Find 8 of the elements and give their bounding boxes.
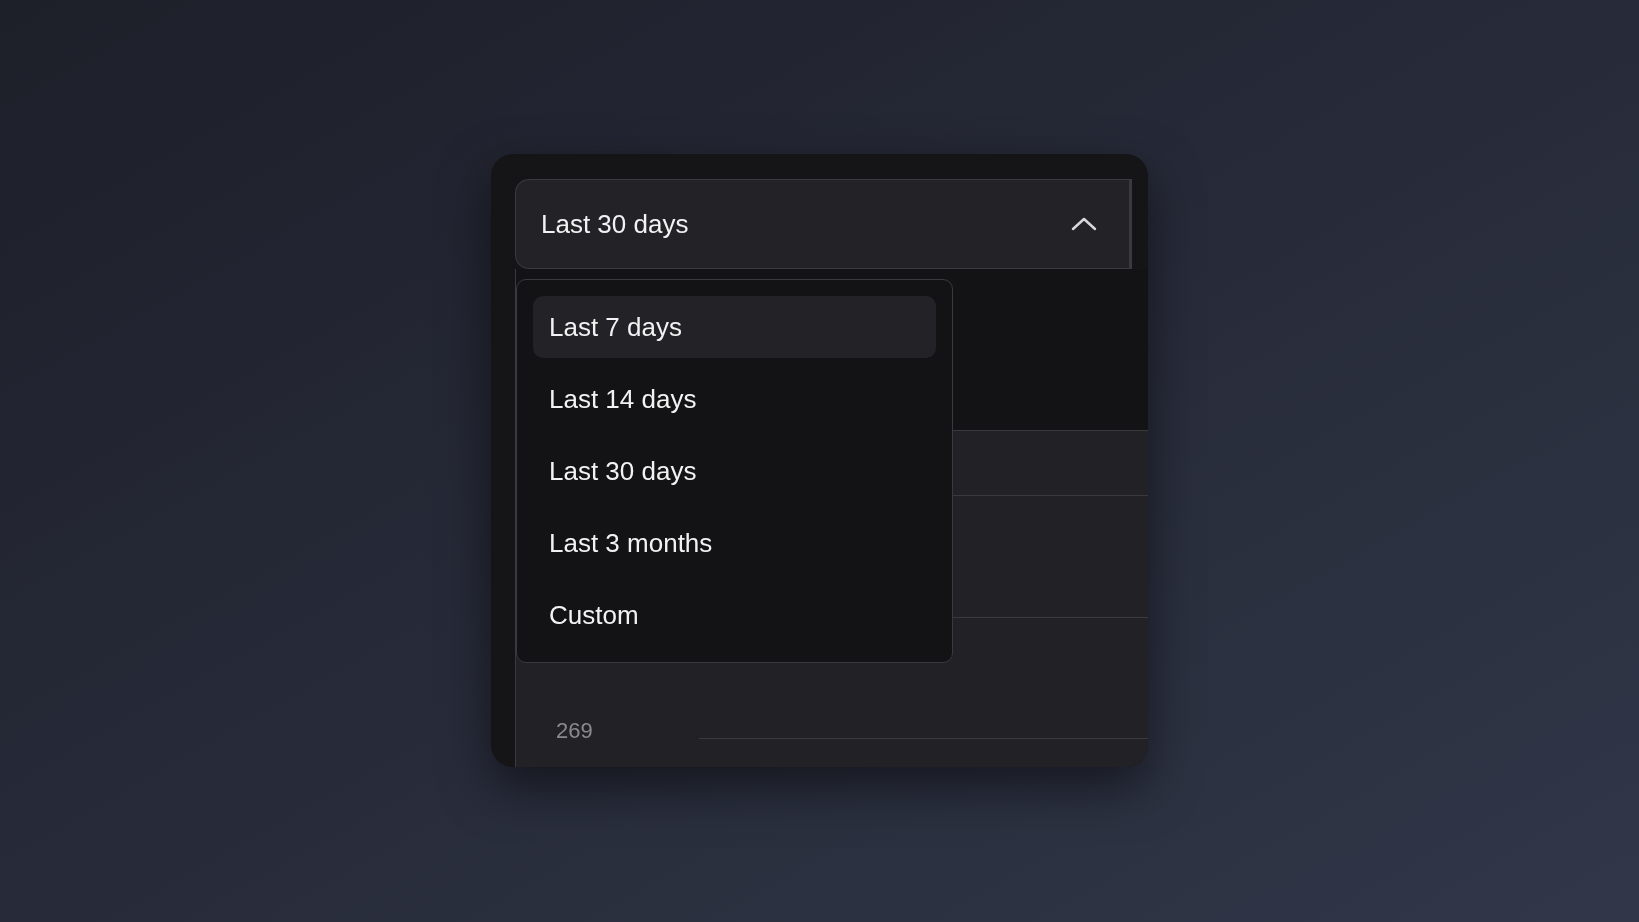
axis-label: 269: [556, 717, 594, 745]
menu-item[interactable]: Last 3 months: [533, 512, 936, 574]
select-field[interactable]: Last 30 days: [515, 179, 1132, 269]
select-value: Last 30 days: [541, 207, 689, 241]
menu-item[interactable]: Custom: [533, 584, 936, 646]
menu-item[interactable]: Last 7 days: [533, 296, 936, 358]
menu-item[interactable]: Last 30 days: [533, 440, 936, 502]
menu-item[interactable]: Last 14 days: [533, 368, 936, 430]
